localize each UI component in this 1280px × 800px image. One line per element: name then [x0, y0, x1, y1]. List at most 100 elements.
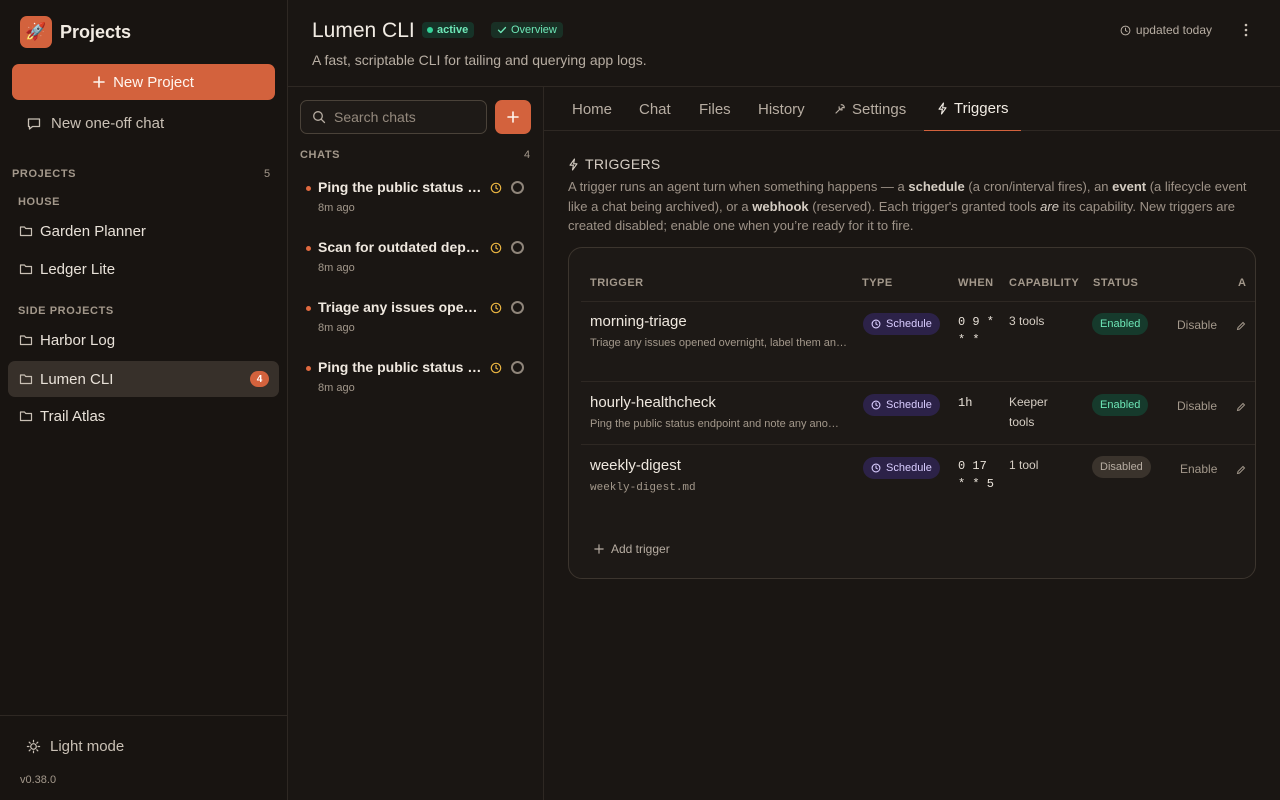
triggers-heading: TRIGGERS [568, 156, 661, 172]
search-chats-input[interactable] [334, 109, 474, 125]
tab-label: History [758, 100, 805, 118]
tab-label: Files [699, 100, 731, 118]
column-header-trigger: TRIGGER [590, 277, 644, 289]
scheduled-clock-icon [490, 182, 502, 194]
scheduled-clock-icon [490, 302, 502, 314]
new-project-button[interactable]: New Project [12, 64, 275, 100]
tab-settings[interactable]: Settings [834, 87, 906, 131]
overview-badge-label: Overview [511, 24, 557, 36]
chats-panel: CHATS 4 Ping the public status endpoint … [288, 87, 544, 800]
pending-spinner-icon [511, 361, 524, 374]
updated-label: updated today [1135, 23, 1212, 37]
type-badge: Schedule [863, 394, 940, 416]
clock-icon [871, 319, 881, 329]
sun-icon [26, 739, 41, 754]
chat-title: Scan for outdated dependencies [318, 239, 484, 255]
type-badge: Schedule [863, 313, 940, 335]
divider [581, 381, 1255, 382]
brand[interactable]: 🚀 Projects [20, 16, 131, 48]
chat-time: 8m ago [318, 262, 355, 274]
chat-list-item[interactable]: Ping the public status endpoint 8m ago [300, 358, 532, 408]
chat-list-item[interactable]: Ping the public status endpoint 8m ago [300, 178, 532, 228]
trigger-capability: 1 tool [1009, 458, 1039, 472]
disable-button[interactable]: Disable [1177, 318, 1217, 332]
version-label: v0.38.0 [20, 774, 57, 786]
status-dot-icon [427, 27, 433, 33]
trigger-when: 1h [958, 396, 973, 410]
edit-icon[interactable] [1236, 465, 1246, 475]
folder-icon [19, 409, 33, 423]
sidebar-item-ledger-lite[interactable]: Ledger Lite [8, 251, 279, 287]
tab-history[interactable]: History [758, 87, 805, 131]
project-description: A fast, scriptable CLI for tailing and q… [312, 52, 647, 68]
page-title: Lumen CLI [312, 19, 415, 42]
column-header-type: TYPE [862, 277, 893, 289]
sidebar-item-trail-atlas[interactable]: Trail Atlas [8, 398, 279, 434]
tab-home[interactable]: Home [572, 87, 612, 131]
chats-count: 4 [524, 149, 531, 161]
trigger-name: hourly-healthcheck [590, 394, 716, 411]
project-tabs: Home Chat Files History Settings Trigger… [544, 87, 1280, 131]
brand-title: Projects [60, 21, 132, 42]
new-chat-button[interactable] [495, 100, 531, 134]
type-label: Schedule [886, 318, 932, 330]
tab-label: Triggers [954, 100, 1009, 117]
new-project-label: New Project [113, 73, 194, 91]
status-badge: active [422, 22, 475, 38]
more-options-icon[interactable] [1242, 22, 1250, 38]
bolt-icon [568, 157, 579, 171]
plus-icon [594, 544, 604, 554]
disable-button[interactable]: Disable [1177, 399, 1217, 413]
column-header-actions: A [1238, 277, 1247, 289]
type-label: Schedule [886, 462, 932, 474]
bolt-icon [937, 102, 948, 115]
sidebar-item-harbor-log[interactable]: Harbor Log [8, 322, 279, 358]
unread-dot-icon [306, 366, 311, 371]
trigger-capability: Keeper tools [1009, 395, 1048, 429]
tab-files[interactable]: Files [699, 87, 731, 131]
folder-icon [19, 262, 33, 276]
trigger-when: 0 9 * * * [958, 315, 995, 347]
scheduled-clock-icon [490, 242, 502, 254]
status-badge-label: active [437, 24, 469, 36]
trigger-description: weekly-digest.md [590, 482, 696, 494]
tab-label: Settings [852, 100, 907, 118]
sidebar-item-label: Trail Atlas [40, 407, 106, 425]
sidebar-item-label: Lumen CLI [40, 370, 114, 388]
status-badge: Enabled [1092, 394, 1149, 416]
trigger-when: 0 17 * * 5 [958, 459, 995, 491]
triggers-table: TRIGGER TYPE WHEN CAPABILITY STATUS A mo… [568, 247, 1256, 579]
new-oneoff-chat-button[interactable]: New one-off chat [26, 115, 164, 132]
status-badge: Enabled [1092, 313, 1149, 335]
trigger-name: weekly-digest [590, 457, 681, 474]
chat-title: Ping the public status endpoint [318, 179, 484, 195]
unread-count-badge: 4 [250, 371, 269, 387]
edit-icon[interactable] [1236, 321, 1246, 331]
sidebar-item-label: Harbor Log [40, 331, 116, 349]
updated-indicator: updated today [1120, 23, 1212, 37]
add-trigger-button[interactable]: Add trigger [594, 542, 670, 556]
pending-spinner-icon [511, 241, 524, 254]
chats-heading: CHATS [300, 149, 341, 161]
chat-list-item[interactable]: Scan for outdated dependencies 8m ago [300, 238, 532, 288]
tab-triggers[interactable]: Triggers [924, 87, 1022, 131]
edit-icon[interactable] [1236, 402, 1246, 412]
light-mode-toggle[interactable]: Light mode [26, 738, 124, 755]
tab-label: Home [572, 100, 613, 118]
unread-dot-icon [306, 186, 311, 191]
plus-icon [93, 76, 105, 88]
scheduled-clock-icon [490, 362, 502, 374]
sidebar-item-lumen-cli[interactable]: Lumen CLI 4 [8, 361, 279, 397]
trigger-description: Triage any issues opened overnight, labe… [590, 337, 848, 349]
enable-button[interactable]: Enable [1180, 462, 1217, 476]
chat-list-item[interactable]: Triage any issues opened overnight 8m ag… [300, 298, 532, 348]
trigger-name: morning-triage [590, 313, 687, 330]
group-label-house: HOUSE [18, 196, 61, 208]
column-header-capability: CAPABILITY [1009, 277, 1080, 289]
add-trigger-label: Add trigger [611, 542, 670, 556]
search-chats[interactable] [300, 100, 487, 134]
tab-chat[interactable]: Chat [639, 87, 671, 131]
overview-badge[interactable]: Overview [491, 22, 563, 38]
sidebar-item-garden-planner[interactable]: Garden Planner [8, 213, 279, 249]
chat-time: 8m ago [318, 322, 355, 334]
